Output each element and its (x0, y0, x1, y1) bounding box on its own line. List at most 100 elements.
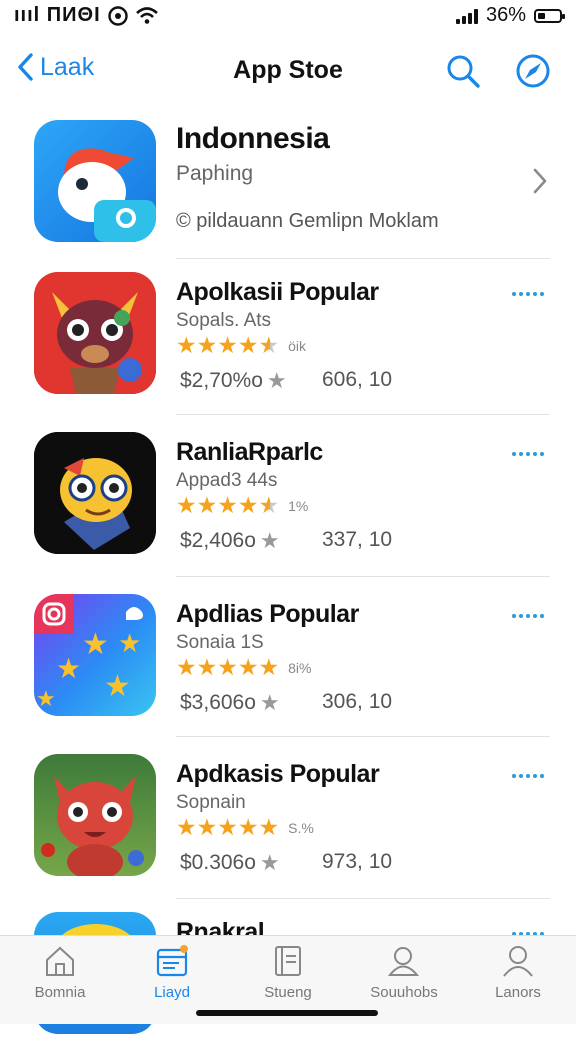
app-subtitle: Appad3 44s (176, 470, 278, 491)
tab-label: Souuhobs (370, 984, 438, 1001)
more-dots-icon[interactable] (512, 774, 544, 778)
list-item[interactable]: ★ ★ ★ ★ ★ Apdlias Popular Sonaia 1S ★ ★ ★ ★… (34, 594, 550, 724)
home-indicator (196, 1010, 378, 1016)
tab-bar: Bomnia Liayd Stueng Souuhobs Lanors (0, 935, 576, 1024)
home-icon (46, 946, 74, 976)
star-icon: ★ (196, 332, 218, 358)
featured-app-meta: © pildauann Gemlipn Moklam (176, 210, 439, 232)
more-dots-icon[interactable] (512, 292, 544, 296)
star-icon: ★ (237, 814, 259, 840)
star-icon: ★ (258, 654, 280, 680)
calendar-icon (156, 945, 188, 977)
star-icon: ★ (237, 332, 259, 358)
list-item[interactable]: RanliaRparlc Appad3 44s ★ ★ ★ ★ ★ 1% $2,406o… (34, 432, 550, 562)
app-title: Apdkasis Popular (176, 760, 380, 788)
battery-icon (534, 8, 565, 23)
star-icon: ★ (196, 654, 218, 680)
navigation-bar: Laak App Stoe (0, 44, 576, 96)
carrier-text: ıııl ПИΘI (14, 4, 101, 26)
svg-text:★: ★ (36, 686, 56, 711)
tab-books[interactable]: Stueng (238, 944, 338, 1001)
tab-label: Bomnia (34, 984, 86, 1001)
divider (176, 576, 550, 577)
svg-text:★: ★ (56, 653, 81, 684)
star-rating: ★ ★ ★ ★ ★ 8i% (176, 656, 311, 679)
star-icon: ★ (196, 492, 218, 518)
page-title: App Stoe (233, 56, 343, 84)
app-price: $0.306o ★ (180, 850, 280, 875)
divider (176, 898, 550, 899)
star-icon: ★ (266, 368, 287, 393)
tab-account[interactable]: Lanors (468, 944, 568, 1001)
app-title: Apdlias Popular (176, 600, 359, 628)
rating-text: 1% (288, 497, 309, 514)
rating-text: öik (288, 337, 307, 354)
app-subtitle: Sopnain (176, 792, 246, 813)
app-subtitle: Sopals. Ats (176, 310, 272, 331)
star-icon: ★ (196, 814, 218, 840)
signal-icon (455, 8, 478, 24)
star-icon: ★ (176, 654, 197, 680)
more-dots-icon[interactable] (512, 614, 544, 618)
app-title: Apolkasii Popular (176, 278, 379, 306)
app-count: 306, 10 (322, 690, 393, 713)
app-count: 606, 10 (322, 368, 393, 391)
featured-app-title: Indonnesia (176, 122, 330, 155)
book-icon (275, 946, 301, 976)
star-icon: ★ (217, 814, 238, 840)
svg-text:★: ★ (82, 628, 109, 661)
svg-text:★: ★ (118, 628, 141, 658)
divider (176, 736, 550, 737)
star-rating: ★ ★ ★ ★ ★ öik (176, 334, 306, 357)
tab-today[interactable]: Liayd (122, 944, 222, 1001)
star-icon: ★ (237, 654, 259, 680)
star-icon: ★ (217, 492, 238, 518)
app-price: $2,70%o ★ (180, 368, 287, 393)
more-dots-icon[interactable] (512, 452, 544, 456)
featured-app-icon (34, 120, 156, 242)
divider (176, 414, 550, 415)
list-item[interactable]: Apdkasis Popular Sopnain ★ ★ ★ ★ ★ S.% $0.30… (34, 754, 550, 884)
compass-icon[interactable] (514, 52, 552, 90)
star-icon: ★ (258, 332, 280, 358)
app-price: $3,606o ★ (180, 690, 280, 715)
app-icon: ★ ★ ★ ★ ★ (34, 594, 156, 716)
star-icon: ★ (259, 690, 280, 715)
tab-label: Stueng (264, 984, 312, 1001)
featured-app-card[interactable]: Indonnesia Paphing © pildauann Gemlipn M… (34, 120, 547, 248)
star-icon: ★ (259, 850, 280, 875)
search-icon[interactable] (444, 52, 482, 90)
app-icon (34, 432, 156, 554)
star-rating: ★ ★ ★ ★ ★ S.% (176, 816, 314, 839)
star-icon: ★ (237, 492, 259, 518)
search-person-icon (387, 947, 420, 976)
list-item[interactable]: Apolkasii Popular Sopals. Ats ★ ★ ★ ★ ★ öik … (34, 272, 550, 402)
tab-label: Liayd (154, 984, 190, 1001)
tab-label: Lanors (495, 984, 541, 1001)
rating-text: S.% (288, 819, 314, 836)
whatsapp-icon (107, 5, 128, 26)
tab-home[interactable]: Bomnia (10, 944, 110, 1001)
app-price: $2,406o ★ (180, 528, 280, 553)
star-icon: ★ (258, 492, 280, 518)
star-icon: ★ (176, 492, 197, 518)
person-icon (503, 946, 533, 977)
star-icon: ★ (176, 332, 197, 358)
app-title: RanliaRparlc (176, 438, 323, 466)
chevron-right-icon (533, 168, 547, 194)
star-icon: ★ (259, 528, 280, 553)
divider (176, 258, 550, 259)
featured-app-subtitle: Paphing (176, 162, 254, 185)
status-bar: ıııl ПИΘI 36% (0, 0, 576, 32)
app-count: 973, 10 (322, 850, 393, 873)
app-icon (34, 754, 156, 876)
battery-percent: 36% (485, 4, 526, 26)
star-icon: ★ (217, 332, 238, 358)
app-count: 337, 10 (322, 528, 393, 551)
star-rating: ★ ★ ★ ★ ★ 1% (176, 494, 308, 517)
wifi-icon (135, 6, 158, 24)
app-subtitle: Sonaia 1S (176, 632, 264, 653)
tab-search[interactable]: Souuhobs (354, 944, 454, 1001)
star-icon: ★ (176, 814, 197, 840)
app-icon (34, 272, 156, 394)
